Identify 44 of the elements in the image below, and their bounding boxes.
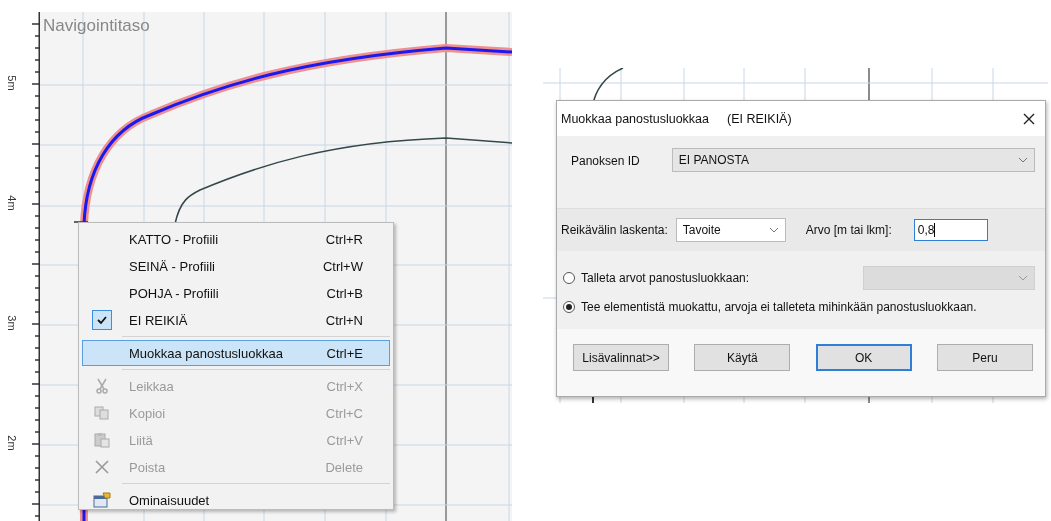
canvas-title: Navigointitaso <box>43 16 150 36</box>
chevron-down-icon <box>768 227 779 233</box>
shortcut-label: Ctrl+R <box>324 231 363 247</box>
dialog-title: Muokkaa panostusluokkaa <box>561 111 709 126</box>
menu-item[interactable]: SEINÄ - Profiili Ctrl+W <box>82 253 390 279</box>
charge-id-dropdown[interactable]: EI PANOSTA <box>671 148 1035 172</box>
shortcut-label: Ctrl+V <box>325 432 363 448</box>
menu-item[interactable]: POHJA - Profiili Ctrl+B <box>82 280 390 306</box>
field-label: Panoksen ID <box>571 154 640 168</box>
axis-label: 4m <box>6 194 18 213</box>
close-icon[interactable] <box>1023 112 1035 125</box>
shortcut-label: Ctrl+X <box>325 378 363 394</box>
field-label: Arvo [m tai lkm]: <box>805 223 892 237</box>
menu-item[interactable]: Muokkaa panostusluokkaa Ctrl+E <box>82 340 390 366</box>
properties-icon <box>93 492 111 508</box>
menu-item[interactable]: Ominaisuudet <box>82 487 390 513</box>
radio-option[interactable]: Talleta arvot panostusluokkaan: <box>563 270 750 285</box>
menu-item[interactable]: EI REIKIÄ Ctrl+N <box>82 307 390 333</box>
dialog-button[interactable]: Käytä <box>694 344 791 371</box>
dialog-subtitle: (EI REIKIÄ) <box>727 111 792 126</box>
scissors-icon <box>95 378 109 394</box>
shortcut-label: Ctrl+B <box>325 285 363 301</box>
shortcut-label: Ctrl+E <box>325 345 363 361</box>
dialog-button[interactable]: Lisävalinnat>> <box>573 344 669 371</box>
field-label: Reikävälin laskenta: <box>561 223 668 237</box>
chevron-down-icon <box>1018 157 1028 163</box>
spacing-dropdown[interactable]: Tavoite <box>675 218 786 242</box>
axis-label: 3m <box>6 314 18 333</box>
dialog-button[interactable]: Peru <box>937 344 1033 371</box>
menu-item[interactable]: KATTO - Profiili Ctrl+R <box>82 226 390 252</box>
shortcut-label: Ctrl+C <box>324 405 363 421</box>
dialog-button[interactable]: OK <box>815 344 912 371</box>
checkmark-icon <box>92 310 112 330</box>
chevron-down-icon <box>1018 274 1028 281</box>
shortcut-label: Delete <box>324 459 363 475</box>
axis-label: 5m <box>6 74 18 93</box>
delete-icon <box>95 460 109 474</box>
shortcut-label: Ctrl+W <box>321 258 363 274</box>
shortcut-label: Ctrl+N <box>324 312 363 328</box>
axis-label: 2m <box>6 434 18 453</box>
clipboard-icon <box>94 432 110 448</box>
radio-option[interactable]: Tee elementistä muokattu, arvoja ei talleteta mihinkään panostusluokkaan. <box>563 299 977 314</box>
copy-icon <box>94 406 110 420</box>
amount-field[interactable]: 0,8 <box>913 219 988 241</box>
